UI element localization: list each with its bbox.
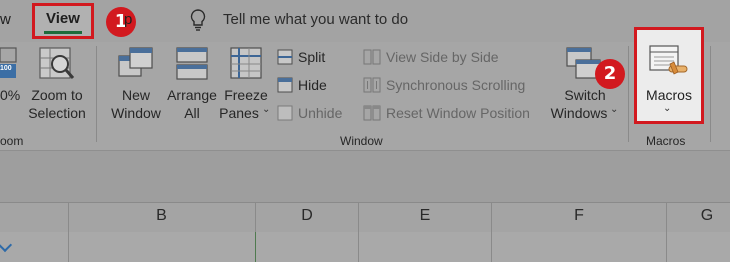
zoom-to-selection-icon[interactable]	[38, 46, 76, 87]
zoom-to-selection-label-2[interactable]: Selection	[22, 104, 92, 122]
tab-view[interactable]: View	[46, 10, 80, 27]
column-header-f[interactable]: F	[492, 207, 666, 225]
hide-icon	[277, 77, 293, 98]
macros-label: Macros	[646, 87, 692, 103]
reset-window-position-icon	[363, 105, 381, 126]
new-window-label-2[interactable]: Window	[106, 104, 166, 122]
column-header-e[interactable]: E	[359, 207, 491, 225]
arrange-all-icon[interactable]	[174, 46, 210, 87]
tell-me-search[interactable]: Tell me what you want to do	[223, 11, 408, 28]
switch-windows-chevron-icon[interactable]: ⌄	[610, 104, 618, 115]
column-header-g[interactable]: G	[667, 207, 730, 225]
column-header-d[interactable]: D	[256, 207, 358, 225]
tab-help-partial[interactable]: p	[124, 11, 132, 28]
ribbon-separator	[628, 46, 629, 142]
zoom-100-label[interactable]: 0%	[0, 86, 20, 104]
ribbon-separator	[710, 46, 711, 142]
zoom-100-text: 100	[0, 65, 12, 72]
split-button[interactable]: Split	[298, 48, 325, 66]
new-window-label-1[interactable]: New	[106, 86, 166, 104]
ribbon-separator	[96, 46, 97, 142]
split-icon	[277, 49, 293, 70]
tab-view-underline	[44, 31, 82, 34]
unhide-button[interactable]: Unhide	[298, 104, 342, 122]
group-label-window: Window	[340, 134, 383, 148]
column-header-b[interactable]: B	[68, 207, 255, 225]
switch-windows-label-2[interactable]: Windows	[547, 104, 611, 122]
view-side-by-side-button[interactable]: View Side by Side	[386, 48, 499, 66]
reset-window-position-button[interactable]: Reset Window Position	[386, 104, 530, 122]
group-label-macros: Macros	[646, 134, 686, 148]
group-label-zoom: oom	[0, 134, 24, 148]
tab-partial[interactable]: w	[0, 11, 11, 28]
macros-chevron-icon: ⌄	[663, 103, 672, 114]
new-window-icon[interactable]	[118, 46, 154, 87]
column-separator-active	[255, 232, 256, 262]
freeze-panes-chevron-icon[interactable]: ⌄	[262, 104, 270, 115]
zoom-to-selection-label-1[interactable]: Zoom to	[22, 86, 92, 104]
macros-icon	[648, 44, 690, 85]
freeze-panes-label-2[interactable]: Panes	[214, 104, 264, 122]
unhide-icon	[277, 105, 293, 126]
lightbulb-icon	[190, 9, 206, 38]
formula-bar-area	[0, 150, 730, 203]
synchronous-scrolling-icon	[363, 77, 381, 98]
worksheet-cells[interactable]	[0, 232, 730, 262]
freeze-panes-label-1[interactable]: Freeze	[216, 86, 276, 104]
freeze-panes-icon[interactable]	[228, 46, 264, 87]
view-side-by-side-icon	[363, 49, 381, 70]
synchronous-scrolling-button[interactable]: Synchronous Scrolling	[386, 76, 525, 94]
step-badge-2: 2	[595, 59, 625, 89]
arrange-all-label-1[interactable]: Arrange	[160, 86, 224, 104]
hide-button[interactable]: Hide	[298, 76, 327, 94]
